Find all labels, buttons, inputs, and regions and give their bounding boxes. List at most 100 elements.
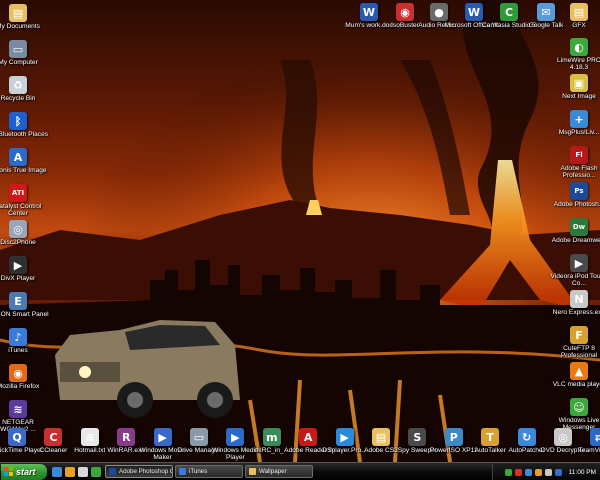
desktop-shortcut[interactable]: N Nero Express.exe — [548, 290, 600, 316]
desktop-shortcut[interactable]: ◉ Mozilla Firefox — [0, 364, 49, 390]
shortcut-label: Catalyst Control Center — [0, 203, 42, 218]
task-app-icon — [179, 468, 186, 475]
adobe-photoshop-icon: Ps — [570, 182, 588, 200]
windows-live-messenger-icon: ☺ — [570, 398, 588, 416]
shortcut-label: Acronis True Image — [0, 167, 47, 174]
quick-launch-icon[interactable] — [52, 466, 62, 477]
cuteftp-icon: F — [570, 326, 588, 344]
desktop-shortcut[interactable]: ▤ My Documents — [0, 4, 49, 30]
desktop-shortcut[interactable]: DwAdobe Dreamwe... — [548, 218, 600, 244]
taskbar-button[interactable]: Adobe Photoshop CS3 ... — [105, 465, 173, 478]
windows-flag-icon — [4, 467, 13, 476]
task-app-icon — [109, 468, 116, 475]
volcano-city-scene — [0, 0, 600, 462]
tray-icon[interactable] — [544, 468, 552, 476]
tray-icon[interactable] — [524, 468, 532, 476]
tray-icon[interactable] — [534, 468, 542, 476]
teamviewer-icon: ⇄ — [590, 428, 600, 446]
desktop-shortcut[interactable]: AAcronis True Image — [0, 148, 49, 174]
msgplus-icon: + — [570, 110, 588, 128]
desktop-shortcut[interactable]: Fl Adobe Flash Professio... — [548, 146, 600, 180]
desktop-shortcut[interactable]: ⇄TeamViewer 3 — [568, 428, 600, 454]
system-tray: 11:00 PM — [492, 464, 600, 480]
epson-panel-icon: E — [9, 292, 27, 310]
desktop-shortcut[interactable]: ◐ LimeWire PRO 4.18.3 — [548, 38, 600, 72]
shortcut-label: Adobe Flash Professio... — [560, 165, 598, 180]
shortcut-label: Next Image — [562, 93, 596, 100]
tray-icon[interactable] — [504, 468, 512, 476]
desktop-shortcut[interactable]: ▲ VLC media player — [548, 362, 600, 388]
task-label: Adobe Photoshop CS3 ... — [119, 468, 172, 475]
desktop-shortcut[interactable]: ▣ Next Image — [548, 74, 600, 100]
adobe-dreamweaver-icon: Dw — [570, 218, 588, 236]
shortcut-label: MsgPlus!Liv... — [558, 129, 600, 136]
folder-icon: ▤ — [570, 3, 588, 21]
computer-icon: ▭ — [9, 40, 27, 58]
desktop-shortcut[interactable]: ᛒMy Bluetooth Places — [0, 112, 49, 138]
shortcut-label: Adobe Dreamwe... — [551, 237, 600, 244]
shortcut-label: Adobe Photosh... — [553, 201, 600, 208]
taskbar-button[interactable]: Wallpaper — [245, 465, 313, 478]
disc-icon: ◎ — [9, 220, 27, 238]
desktop-shortcut[interactable]: ▤ GFX — [548, 3, 600, 29]
vlc-icon: ▲ — [570, 362, 588, 380]
nero-icon: N — [570, 290, 588, 308]
shortcut-label: My Bluetooth Places — [0, 131, 49, 138]
recycle-bin-icon: ♻ — [9, 76, 27, 94]
desktop-shortcut[interactable]: Ps Adobe Photosh... — [548, 182, 600, 208]
task-label: iTunes — [189, 468, 208, 475]
ati-catalyst-icon: ATI — [9, 184, 27, 202]
shortcut-label: Mozilla Firefox — [0, 383, 40, 390]
desktop-shortcut[interactable]: ◎ Disc2Phone — [0, 220, 49, 246]
desktop-shortcut[interactable]: + MsgPlus!Liv... — [548, 110, 600, 136]
desktop-shortcut[interactable]: ATICatalyst Control Center — [0, 184, 49, 218]
shortcut-label: Recycle Bin — [0, 95, 36, 102]
clock[interactable]: 11:00 PM — [569, 469, 596, 476]
quick-launch-icon[interactable] — [65, 466, 75, 477]
shortcut-label: CuteFTP 8 Professional — [560, 345, 598, 360]
firefox-icon: ◉ — [9, 364, 27, 382]
taskbar: start Adobe Photoshop CS3 ... iTunes Wallp… — [0, 462, 600, 480]
shortcut-label: My Documents — [0, 23, 40, 30]
desktop-shortcut[interactable]: ▭ My Computer — [0, 40, 49, 66]
taskbar-button[interactable]: iTunes — [175, 465, 243, 478]
divx-icon: ▶ — [9, 256, 27, 274]
shortcut-label: Videora iPod Touch Co... — [550, 273, 600, 288]
shortcut-label: iTunes — [8, 347, 28, 354]
videora-icon: ▶ — [570, 254, 588, 272]
shortcut-label: Nero Express.exe — [552, 309, 600, 316]
shortcut-label: EPSON Smart Panel — [0, 311, 49, 318]
shortcut-label: Disc2Phone — [0, 239, 36, 246]
shortcut-label: DivX Player — [0, 275, 36, 282]
start-button[interactable]: start — [1, 463, 47, 480]
desktop-shortcut[interactable]: ▶ DivX Player — [0, 256, 49, 282]
task-label: Wallpaper — [259, 468, 287, 475]
shortcut-label: TeamViewer 3 — [578, 447, 600, 454]
desktop-shortcut[interactable]: EEPSON Smart Panel — [0, 292, 49, 318]
limewire-icon: ◐ — [570, 38, 588, 56]
bluetooth-icon: ᛒ — [9, 112, 27, 130]
shortcut-label: LimeWire PRO 4.18.3 — [557, 57, 600, 72]
folder-documents-icon: ▤ — [9, 4, 27, 22]
acronis-icon: A — [9, 148, 27, 166]
itunes-icon: ♪ — [9, 328, 27, 346]
desktop-shortcut[interactable]: F CuteFTP 8 Professional — [548, 326, 600, 360]
taskbar-buttons: Adobe Photoshop CS3 ... iTunes Wallpaper — [105, 465, 315, 478]
quick-launch-icon[interactable] — [91, 466, 101, 477]
quick-launch-bar — [52, 466, 101, 477]
tray-icon[interactable] — [514, 468, 522, 476]
quick-launch-icon[interactable] — [78, 466, 88, 477]
start-label: start — [16, 466, 36, 477]
desktop-shortcut[interactable]: ♪ iTunes — [0, 328, 49, 354]
tray-icons — [504, 468, 562, 476]
tray-icon[interactable] — [554, 468, 562, 476]
next-image-icon: ▣ — [570, 74, 588, 92]
desktop-wallpaper — [0, 0, 600, 462]
desktop-shortcut[interactable]: ♻ Recycle Bin — [0, 76, 49, 102]
shortcut-label: GFX — [572, 22, 586, 29]
desktop-shortcut[interactable]: ☺ Windows Live Messenger — [548, 398, 600, 432]
task-app-icon — [249, 468, 256, 475]
shortcut-label: VLC media player — [552, 381, 600, 388]
adobe-flash-icon: Fl — [570, 146, 588, 164]
desktop-shortcut[interactable]: ▶Videora iPod Touch Co... — [548, 254, 600, 288]
